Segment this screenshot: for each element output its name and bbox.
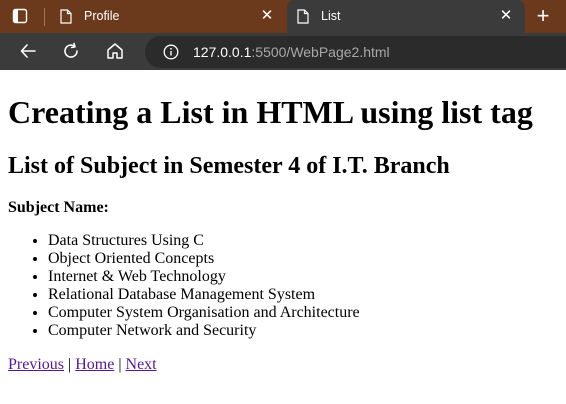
url-host: 127.0.0.1 — [193, 44, 252, 60]
home-link[interactable]: Home — [75, 356, 114, 373]
list-item: Data Structures Using C — [48, 232, 360, 250]
nav-separator: | — [118, 356, 122, 373]
tab-list[interactable]: List ✕ — [287, 0, 525, 33]
close-icon[interactable]: ✕ — [258, 7, 276, 25]
url-path: :5500/WebPage2.html — [251, 44, 390, 60]
next-link[interactable]: Next — [126, 356, 157, 373]
tab-separator — [44, 8, 45, 26]
page-content: Creating a List in HTML using list tag L… — [0, 70, 566, 404]
subject-label: Subject Name: — [8, 199, 109, 216]
page-subheading: List of Subject in Semester 4 of I.T. Br… — [8, 153, 450, 179]
new-tab-button[interactable]: + — [532, 5, 554, 27]
page-nav: Previous | Home | Next — [8, 356, 157, 374]
list-item: Computer Network and Security — [48, 322, 360, 340]
info-icon[interactable] — [163, 44, 179, 60]
reload-icon[interactable] — [61, 41, 81, 61]
tab-strip: Profile ✕ List ✕ + — [0, 0, 566, 33]
back-arrow-icon[interactable] — [18, 41, 38, 61]
window-icon[interactable] — [12, 8, 28, 24]
nav-separator: | — [68, 356, 72, 373]
subject-list: Data Structures Using C Object Oriented … — [8, 232, 360, 340]
document-icon — [60, 9, 72, 24]
tab-title: Profile — [84, 9, 120, 23]
list-item: Computer System Organisation and Archite… — [48, 304, 360, 322]
previous-link[interactable]: Previous — [8, 356, 64, 373]
close-icon[interactable]: ✕ — [497, 7, 515, 25]
tab-title: List — [321, 9, 341, 23]
browser-toolbar: 127.0.0.1:5500/WebPage2.html — [0, 33, 566, 70]
list-item: Object Oriented Concepts — [48, 250, 360, 268]
document-icon — [297, 9, 309, 24]
tab-profile[interactable]: Profile ✕ — [50, 0, 286, 33]
address-bar[interactable]: 127.0.0.1:5500/WebPage2.html — [145, 36, 566, 68]
list-item: Internet & Web Technology — [48, 268, 360, 286]
home-icon[interactable] — [105, 41, 125, 61]
page-heading: Creating a List in HTML using list tag — [8, 94, 533, 130]
list-item: Relational Database Management System — [48, 286, 360, 304]
url-text[interactable]: 127.0.0.1:5500/WebPage2.html — [193, 44, 390, 60]
